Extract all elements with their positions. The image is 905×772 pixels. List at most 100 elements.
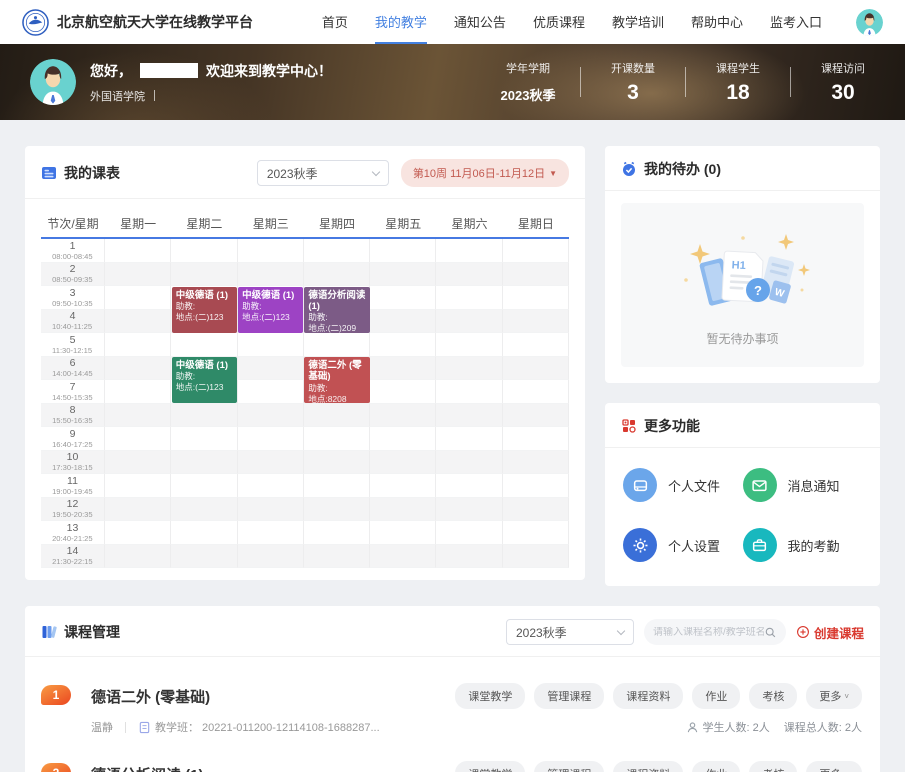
course-action-button[interactable]: 作业 <box>692 683 740 709</box>
course-action-button[interactable]: 管理课程 <box>534 761 604 772</box>
timetable-cell <box>304 263 370 287</box>
period-cell: 614:00-14:45 <box>41 357 105 381</box>
course-block[interactable]: 中级德语 (1)助教:地点:(二)123 <box>172 287 237 333</box>
document-icon <box>138 721 151 734</box>
course-block-title: 德语二外 (零基础) <box>308 360 365 383</box>
timetable-cell <box>304 498 370 522</box>
timetable-cell <box>370 474 436 498</box>
course-block-assistant: 助教: <box>308 383 365 394</box>
timetable-cell <box>503 357 569 381</box>
nav-item[interactable]: 教学培训 <box>612 0 664 44</box>
course-action-button[interactable]: 课程资料 <box>613 761 683 772</box>
course-action-button[interactable]: 课堂教学 <box>455 683 525 709</box>
search-icon[interactable] <box>764 626 777 639</box>
todo-header: 我的待办 (0) <box>605 146 880 191</box>
more-function-mail[interactable]: 消息通知 <box>743 468 863 502</box>
course-action-button[interactable]: 考核 <box>749 761 797 772</box>
period-number: 2 <box>70 263 76 275</box>
nav-item[interactable]: 监考入口 <box>770 0 822 44</box>
cm-term-select-value: 2023秋季 <box>516 624 610 641</box>
timetable-cell <box>171 404 237 428</box>
period-cell: 1421:30-22:15 <box>41 545 105 569</box>
course-action-label: 作业 <box>705 766 727 772</box>
course-block-title: 中级德语 (1) <box>242 290 299 301</box>
timetable-icon <box>41 165 57 181</box>
period-number: 11 <box>67 475 78 487</box>
stat-value: 3 <box>601 81 665 105</box>
timetable-cell <box>304 521 370 545</box>
todo-card: 我的待办 (0) H1 W ? 暂无待办事项 <box>605 146 880 383</box>
course-row-top: 德语二外 (零基础) 课堂教学管理课程课程资料作业考核更多˅ <box>91 683 862 709</box>
timetable-cell <box>370 404 436 428</box>
nav-item[interactable]: 通知公告 <box>454 0 506 44</box>
period-cell: 309:50-10:35 <box>41 286 105 310</box>
course-search-input[interactable] <box>653 627 764 638</box>
person-icon <box>686 721 699 734</box>
course-action-button[interactable]: 课程资料 <box>613 683 683 709</box>
university-logo-icon[interactable] <box>22 9 49 36</box>
course-block[interactable]: 德语分析阅读 (1)助教:地点:(二)209 <box>304 287 369 333</box>
top-navbar: 北京航空航天大学在线教学平台 首页我的教学通知公告优质课程教学培训帮助中心监考入… <box>0 0 905 44</box>
redacted-user-name <box>140 63 198 78</box>
course-meta: 温静教学班： 20221-011200-12114108-1688287...学… <box>91 719 862 735</box>
create-course-label: 创建课程 <box>814 623 864 642</box>
nav-item[interactable]: 帮助中心 <box>691 0 743 44</box>
hero-greeting: 您好， 欢迎来到教学中心！ 外国语学院 <box>90 61 332 104</box>
term-select[interactable]: 2023秋季 <box>257 160 389 186</box>
period-cell: 1320:40-21:25 <box>41 521 105 545</box>
more-function-label: 消息通知 <box>788 476 840 495</box>
course-block-assistant: 助教: <box>242 301 299 312</box>
timetable-cell <box>436 357 502 381</box>
timetable-cell <box>171 333 237 357</box>
stat-value: 2023秋季 <box>496 85 560 104</box>
more-function-briefcase[interactable]: 我的考勤 <box>743 528 863 562</box>
timetable-cell <box>436 521 502 545</box>
course-action-button[interactable]: 管理课程 <box>534 683 604 709</box>
drive-icon <box>623 468 657 502</box>
more-function-gear[interactable]: 个人设置 <box>623 528 743 562</box>
timetable-title: 我的课表 <box>64 163 120 183</box>
course-action-label: 更多 <box>819 688 841 704</box>
period-cell: 916:40-17:25 <box>41 427 105 451</box>
stat-label: 课程访问 <box>811 60 875 76</box>
course-block[interactable]: 德语二外 (零基础)助教:地点:8208 <box>304 357 369 403</box>
course-action-button[interactable]: 考核 <box>749 683 797 709</box>
more-function-drive[interactable]: 个人文件 <box>623 468 743 502</box>
course-block[interactable]: 中级德语 (1)助教:地点:(二)123 <box>172 357 237 403</box>
course-action-button[interactable]: 更多˅ <box>806 683 862 709</box>
course-action-button[interactable]: 课堂教学 <box>455 761 525 772</box>
course-block-location: 地点:8208 <box>308 394 365 403</box>
period-time: 16:40-17:25 <box>52 440 93 449</box>
period-number: 10 <box>67 451 79 463</box>
course-block-location: 地点:(二)123 <box>176 312 233 323</box>
course-title-link[interactable]: 德语二外 (零基础) <box>91 686 210 707</box>
period-time: 14:50-15:35 <box>52 393 93 402</box>
period-time: 17:30-18:15 <box>52 463 93 472</box>
nav-item[interactable]: 首页 <box>322 0 348 44</box>
timetable-cell <box>105 498 171 522</box>
timetable-cell <box>238 263 304 287</box>
timetable-cell <box>370 239 436 263</box>
gear-icon <box>623 528 657 562</box>
timetable-cell <box>171 521 237 545</box>
nav-item[interactable]: 优质课程 <box>533 0 585 44</box>
course-counts: 学生人数: 2人课程总人数: 2人 <box>686 719 862 735</box>
day-header: 星期五 <box>370 209 436 239</box>
more-function-label: 我的考勤 <box>788 536 840 555</box>
create-course-button[interactable]: 创建课程 <box>796 623 864 642</box>
course-block-assistant: 助教: <box>176 301 233 312</box>
course-row-top: 德语分析阅读 (1) 课堂教学管理课程课程资料 作业 考核更多˅ <box>91 761 862 772</box>
course-block[interactable]: 中级德语 (1)助教:地点:(二)123 <box>238 287 303 333</box>
period-cell: 208:50-09:35 <box>41 263 105 287</box>
timetable-cell <box>503 263 569 287</box>
course-action-button[interactable]: 更多˅ <box>806 761 862 772</box>
week-selector[interactable]: 第10周 11月06日-11月12日 ▼ <box>401 159 569 187</box>
user-avatar[interactable] <box>856 9 883 36</box>
timetable-cell <box>238 333 304 357</box>
timetable-cell <box>238 474 304 498</box>
timetable-cell <box>304 474 370 498</box>
course-action-button[interactable]: 作业 <box>692 761 740 772</box>
course-title-link[interactable]: 德语分析阅读 (1) <box>91 764 204 772</box>
nav-item[interactable]: 我的教学 <box>375 0 427 44</box>
cm-term-select[interactable]: 2023秋季 <box>506 619 634 645</box>
